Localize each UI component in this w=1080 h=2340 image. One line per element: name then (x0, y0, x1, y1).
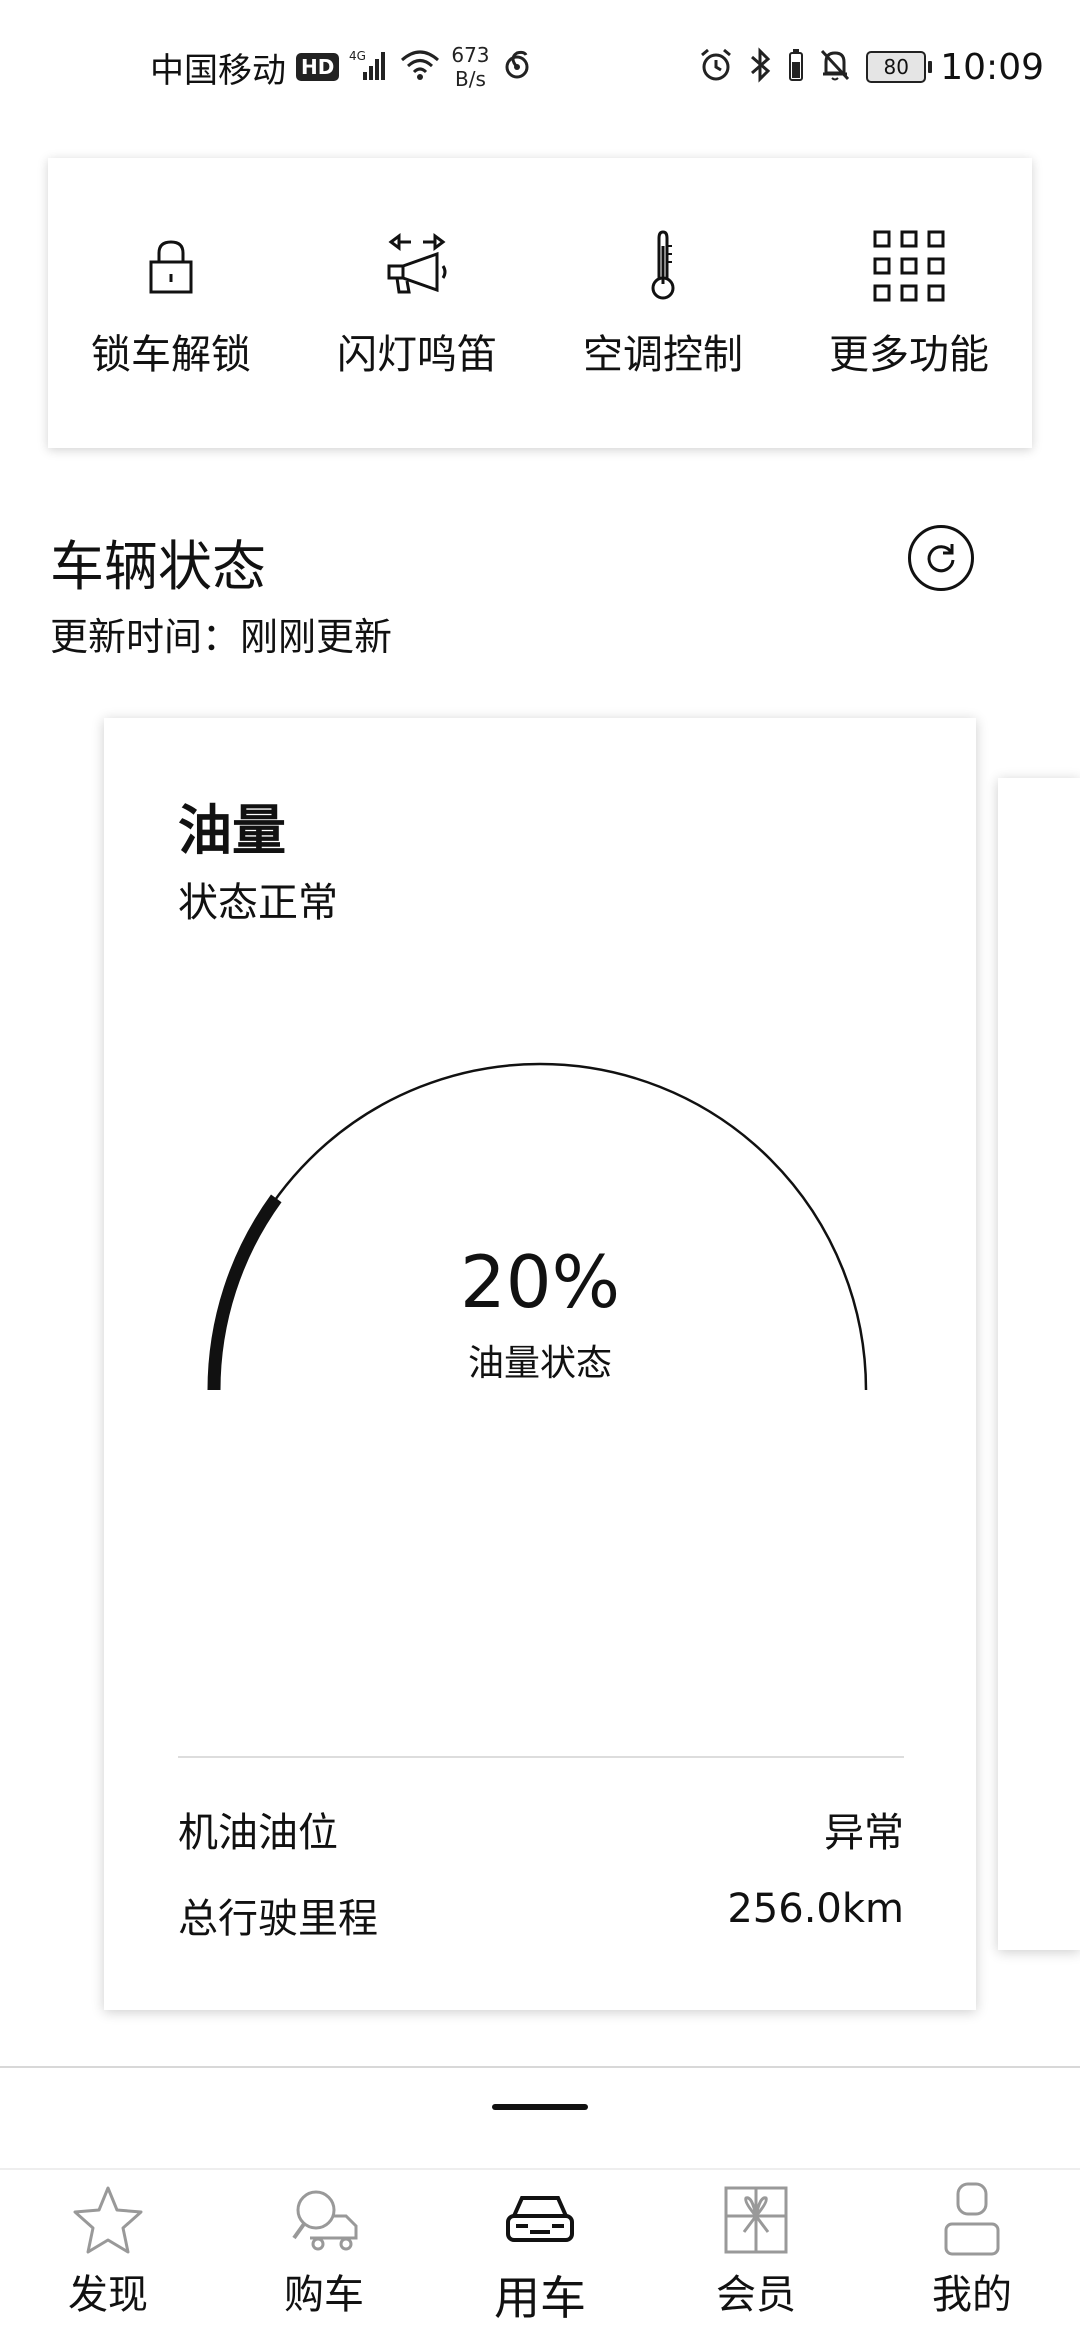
star-icon (73, 2186, 143, 2254)
tab-use-car-label: 用车 (494, 2271, 586, 2325)
oil-level-value: 异常 (824, 1810, 904, 1856)
flash-horn-button[interactable]: 闪灯鸣笛 (307, 226, 527, 380)
climate-control-label: 空调控制 (583, 332, 743, 378)
vehicle-status-title: 车辆状态 (50, 535, 266, 598)
carrier-name: 中国移动 (150, 50, 286, 91)
divider (178, 1756, 904, 1758)
tab-mine[interactable]: 我的 (882, 2180, 1062, 2320)
gift-icon (724, 2186, 788, 2254)
status-bar-right: 80 10:09 (698, 42, 1044, 92)
mileage-label: 总行驶里程 (178, 1896, 378, 1942)
hd-icon: HD (296, 53, 340, 81)
car-icon (506, 2196, 574, 2242)
vibrate-battery-icon (788, 48, 804, 86)
more-functions-label: 更多功能 (829, 332, 989, 378)
signal-icon: 4G (349, 48, 389, 86)
lock-icon (149, 240, 193, 294)
fuel-gauge-label: 油量状态 (467, 1343, 612, 1384)
tab-buy-car[interactable]: 购车 (234, 2180, 414, 2320)
update-time: 更新时间：刚刚更新 (50, 615, 393, 659)
sheet-drag-handle[interactable] (492, 2104, 588, 2110)
tab-mine-label: 我的 (932, 2272, 1012, 2318)
tab-discover-label: 发现 (68, 2272, 148, 2318)
battery-icon: 80 (866, 51, 933, 83)
car-search-icon (292, 2190, 358, 2251)
lock-unlock-label: 锁车解锁 (91, 332, 251, 378)
alarm-icon (698, 47, 734, 87)
mileage-value: 256.0km (727, 1886, 904, 1932)
network-type: 4G (349, 49, 366, 63)
lock-unlock-button[interactable]: 锁车解锁 (61, 226, 281, 380)
fuel-percentage: 20% (459, 1240, 621, 1324)
tab-discover[interactable]: 发现 (18, 2180, 198, 2320)
flash-horn-label: 闪灯鸣笛 (337, 332, 497, 378)
refresh-icon (927, 544, 955, 573)
tab-membership[interactable]: 会员 (666, 2180, 846, 2320)
grid-icon (873, 230, 945, 302)
more-functions-button[interactable]: 更多功能 (799, 226, 1019, 380)
tab-buy-car-label: 购车 (284, 2272, 364, 2318)
person-icon (944, 2182, 1000, 2256)
oil-level-label: 机油油位 (178, 1810, 338, 1856)
next-status-card[interactable] (998, 778, 1080, 1950)
mileage-row: 总行驶里程 256.0km (178, 1886, 904, 1944)
wifi-icon (399, 48, 441, 86)
fuel-card[interactable]: 油量 状态正常 20% 油量状态 机油油位 异常 总行驶里程 256.0km (104, 718, 976, 2010)
tab-use-car[interactable]: 用车 (450, 2180, 630, 2328)
climate-control-button[interactable]: 空调控制 (553, 226, 773, 380)
sheet-divider (0, 2066, 1080, 2068)
network-speed: 673 B/s (451, 43, 489, 91)
network-speed-value: 673 (451, 43, 490, 67)
status-bar: 中国移动 HD 4G 673 B/s 80 10:09 (0, 0, 1080, 130)
bluetooth-icon (748, 47, 774, 87)
tabbar-divider (0, 2168, 1080, 2170)
clock: 10:09 (940, 46, 1044, 88)
network-speed-unit: B/s (454, 67, 486, 91)
bottom-tab-bar: 发现 购车 用车 会员 我的 (0, 2180, 1080, 2340)
app-notification-icon (500, 48, 534, 86)
horn-icon (387, 233, 447, 294)
tab-membership-label: 会员 (716, 2272, 796, 2318)
app-screen: 中国移动 HD 4G 673 B/s 80 10:09 锁车解锁 闪灯鸣笛 空调… (0, 0, 1080, 2340)
refresh-button[interactable] (908, 525, 974, 591)
quick-controls-card: 锁车解锁 闪灯鸣笛 空调控制 更多功能 (48, 158, 1032, 448)
status-bar-left: 中国移动 HD 4G 673 B/s (150, 42, 534, 92)
mute-icon (818, 47, 852, 87)
thermometer-icon (651, 230, 675, 300)
oil-level-row: 机油油位 异常 (178, 1800, 904, 1858)
